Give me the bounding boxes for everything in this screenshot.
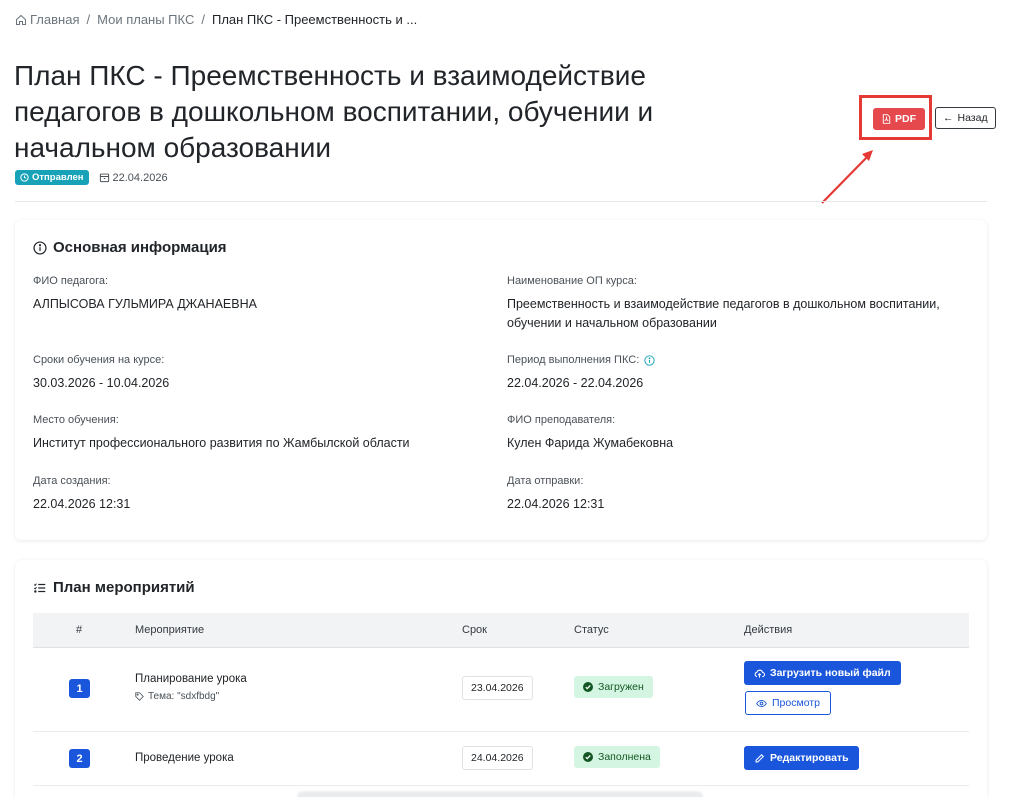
- plan-table: # Мероприятие Срок Статус Действия 1 Пла…: [33, 613, 969, 786]
- status-badge: Отправлен: [15, 170, 89, 185]
- cloud-upload-icon: [754, 669, 765, 678]
- instructor-label: ФИО преподавателя:: [507, 414, 616, 426]
- row-topic: Тема: "sdxfbdg": [135, 691, 247, 702]
- home-icon: [15, 14, 27, 25]
- view-button[interactable]: Просмотр: [745, 691, 831, 715]
- teacher-value: АЛПЫСОВА ГУЛЬМИРА ДЖАНАЕВНА: [33, 297, 257, 311]
- upload-new-file-label: Загрузить новый файл: [770, 667, 891, 679]
- study-period-label: Сроки обучения на курсе:: [33, 354, 165, 366]
- breadcrumb-separator: /: [86, 12, 91, 27]
- breadcrumb: Главная / Мои планы ПКС / План ПКС - Пре…: [15, 12, 417, 27]
- back-button[interactable]: ← Назад: [935, 106, 996, 129]
- eye-icon: [756, 699, 767, 707]
- pks-period-value: 22.04.2026 - 22.04.2026: [507, 376, 644, 390]
- pks-period-field: Период выполнения ПКС: 22.04.2026 - 22.0…: [507, 354, 967, 393]
- teacher-label: ФИО педагога:: [33, 275, 109, 287]
- column-deadline: Срок: [462, 624, 487, 636]
- breadcrumb-home[interactable]: Главная: [30, 12, 79, 27]
- instructor-field: ФИО преподавателя: Кулен Фарида Жумабеко…: [507, 414, 967, 453]
- created-label: Дата создания:: [33, 475, 111, 487]
- column-activity: Мероприятие: [135, 624, 205, 636]
- column-status: Статус: [574, 624, 609, 636]
- sent-field: Дата отправки: 22.04.2026 12:31: [507, 475, 967, 514]
- header-divider: [15, 201, 987, 202]
- pks-period-label-row: Период выполнения ПКС:: [507, 354, 967, 366]
- pdf-button[interactable]: PDF: [873, 108, 925, 130]
- info-circle-icon[interactable]: [644, 354, 655, 366]
- row-status-label: Загружен: [598, 681, 644, 693]
- created-field: Дата создания: 22.04.2026 12:31: [33, 475, 493, 514]
- check-circle-icon: [583, 752, 593, 762]
- page-meta: Отправлен 22.04.2026: [15, 170, 168, 185]
- created-value: 22.04.2026 12:31: [33, 497, 131, 511]
- status-badge-label: Отправлен: [32, 172, 84, 183]
- clock-icon: [20, 173, 29, 182]
- place-label: Место обучения:: [33, 414, 119, 426]
- study-period-value: 30.03.2026 - 10.04.2026: [33, 376, 170, 390]
- info-card: Основная информация ФИО педагога: АЛПЫСО…: [15, 220, 987, 540]
- header-actions: PDF ← Назад: [859, 95, 996, 140]
- course-value: Преемственность и взаимодействие педагог…: [507, 297, 940, 330]
- row-deadline: 23.04.2026: [462, 676, 533, 700]
- view-button-label: Просмотр: [772, 697, 820, 709]
- plan-card-title: План мероприятий: [33, 579, 195, 596]
- edit-button[interactable]: Редактировать: [744, 746, 859, 770]
- sent-label: Дата отправки:: [507, 475, 584, 487]
- pdf-highlight-frame: PDF: [859, 95, 932, 140]
- breadcrumb-my-plans[interactable]: Мои планы ПКС: [97, 12, 194, 27]
- row-activity: Планирование урока: [135, 673, 247, 685]
- row-status: Загружен: [574, 676, 653, 698]
- table-row: 2 Проведение урока 24.04.2026 Заполнена …: [33, 732, 969, 786]
- course-field: Наименование ОП курса: Преемственность и…: [507, 275, 967, 333]
- course-label: Наименование ОП курса:: [507, 275, 637, 287]
- back-button-label: Назад: [957, 111, 988, 124]
- table-header: # Мероприятие Срок Статус Действия: [33, 613, 969, 648]
- teacher-field: ФИО педагога: АЛПЫСОВА ГУЛЬМИРА ДЖАНАЕВН…: [33, 275, 493, 314]
- row-activity: Проведение урока: [135, 752, 234, 764]
- pencil-icon: [755, 753, 765, 762]
- pdf-button-label: PDF: [895, 113, 916, 125]
- place-field: Место обучения: Институт профессионально…: [33, 414, 493, 453]
- arrow-left-icon: ←: [943, 111, 954, 124]
- plan-card: План мероприятий # Мероприятие Срок Стат…: [15, 560, 987, 797]
- edit-button-label: Редактировать: [770, 752, 849, 764]
- page-title: План ПКС - Преемственность и взаимодейст…: [14, 60, 654, 163]
- sent-value: 22.04.2026 12:31: [507, 497, 605, 511]
- plan-card-title-text: План мероприятий: [53, 579, 195, 596]
- pks-period-label: Период выполнения ПКС:: [507, 354, 640, 366]
- annotation-arrow-icon: [821, 150, 873, 204]
- info-card-title-text: Основная информация: [53, 239, 227, 256]
- upload-new-file-button[interactable]: Загрузить новый файл: [744, 661, 901, 685]
- tag-icon: [135, 692, 144, 701]
- column-number: #: [76, 624, 83, 636]
- row-number-badge: 2: [69, 749, 90, 768]
- breadcrumb-separator: /: [201, 12, 205, 27]
- row-status-label: Заполнена: [598, 751, 651, 763]
- info-card-title: Основная информация: [33, 239, 227, 256]
- row-topic-text: Тема: "sdxfbdg": [148, 691, 220, 702]
- table-row: 1 Планирование урока Тема: "sdxfbdg" 23.…: [33, 648, 969, 732]
- row-status: Заполнена: [574, 746, 660, 768]
- page-date: 22.04.2026: [112, 171, 168, 184]
- pdf-file-icon: [882, 114, 891, 124]
- row-activity-cell: Планирование урока Тема: "sdxfbdg": [135, 673, 247, 702]
- check-circle-icon: [583, 682, 593, 692]
- info-icon: [33, 240, 47, 255]
- list-icon: [33, 582, 46, 593]
- column-actions: Действия: [744, 624, 793, 636]
- row-number-badge: 1: [69, 679, 90, 698]
- row-deadline: 24.04.2026: [462, 746, 533, 770]
- study-period-field: Сроки обучения на курсе: 30.03.2026 - 10…: [33, 354, 493, 393]
- calendar-icon: [99, 173, 109, 183]
- breadcrumb-current: План ПКС - Преемственность и ...: [211, 12, 418, 27]
- instructor-value: Кулен Фарида Жумабековна: [507, 436, 674, 450]
- bottom-scroll-bar[interactable]: [298, 793, 702, 797]
- place-value: Институт профессионального развития по Ж…: [33, 436, 410, 450]
